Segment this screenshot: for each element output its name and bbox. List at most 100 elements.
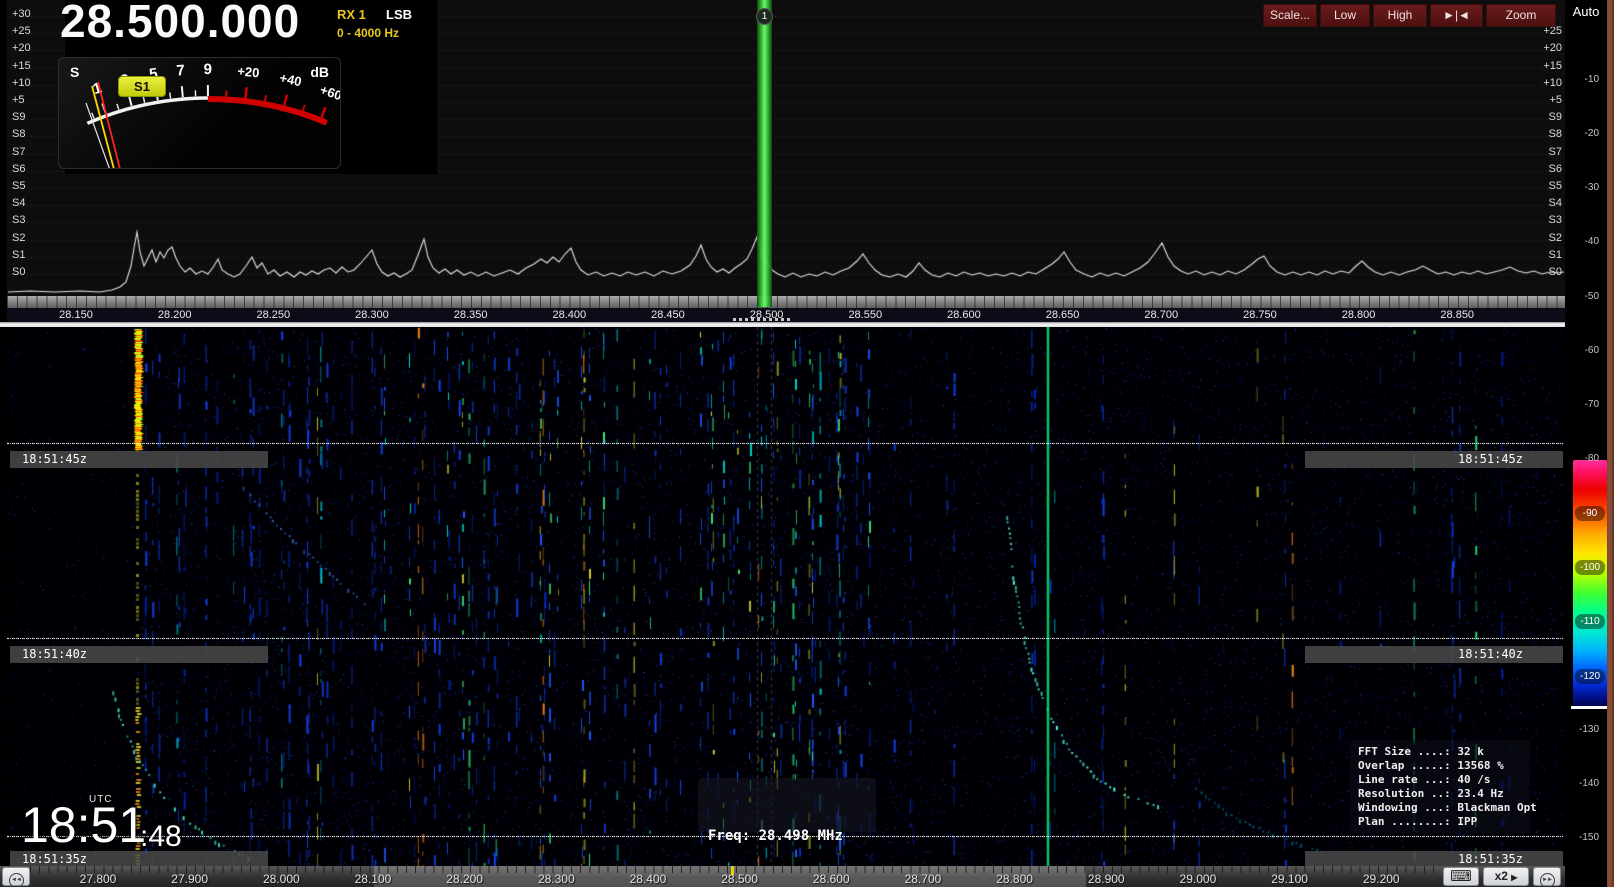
band-axis-label: 29.100 — [1271, 872, 1308, 886]
s-meter: S dB 13579+20+40+60 — [58, 57, 341, 169]
scale-label: S1 — [12, 249, 42, 261]
s-meter-left-unit: S — [70, 64, 79, 80]
band-axis-label: 29.200 — [1363, 872, 1400, 886]
scale-label: S9 — [12, 111, 42, 123]
keyboard-icon: ⌨ — [1450, 868, 1472, 885]
fast-forward-icon: ►► — [1540, 873, 1555, 887]
window-edge — [0, 0, 7, 887]
scale-label: +10 — [1532, 77, 1562, 89]
s-meter-value-badge: S1 — [118, 76, 166, 97]
freq-axis-label: 28.750 — [1243, 309, 1277, 321]
freq-axis-label: 28.250 — [256, 309, 290, 321]
scale-label: +15 — [1532, 60, 1562, 72]
scale-label: S8 — [12, 128, 42, 140]
scale-label: S3 — [1532, 214, 1562, 226]
scale-label: S2 — [1532, 232, 1562, 244]
colorbar-floor-line[interactable] — [1571, 706, 1609, 709]
utc-clock: UTC 18:51 :48 — [7, 748, 277, 858]
scale-label: S1 — [1532, 249, 1562, 261]
meter-scale-label: 9 — [204, 61, 212, 78]
keyboard-entry-button[interactable]: ⌨ — [1443, 867, 1479, 886]
speed-x2-button[interactable]: x2 ▶ — [1483, 867, 1529, 886]
axis-drag-handle[interactable] — [733, 318, 790, 321]
center-button[interactable]: ►|◄ — [1430, 4, 1483, 27]
timestamp-line — [7, 443, 1563, 444]
freq-axis-label: 28.450 — [651, 309, 685, 321]
colorbar-tick-label: -20 — [1565, 128, 1599, 139]
x2-label: x2 — [1495, 869, 1508, 883]
mode-label[interactable]: LSB — [386, 7, 412, 22]
freq-axis-label: 28.800 — [1342, 309, 1376, 321]
meter-tick — [265, 95, 266, 101]
meter-tick — [322, 107, 326, 117]
scale-label: +20 — [1532, 42, 1562, 54]
play-icon: ▶ — [1511, 873, 1517, 882]
meter-tick — [92, 113, 94, 119]
band-axis-label: 28.800 — [996, 872, 1033, 886]
meter-tick — [284, 95, 287, 106]
scale-label: S2 — [12, 232, 42, 244]
meter-tick — [117, 104, 119, 110]
history-back-button[interactable]: ◄◄ — [2, 867, 30, 886]
cursor-info-overlay: Freq: 28.498 MHz Span: ±384 kHz — [698, 778, 876, 832]
panel-splitter[interactable] — [0, 322, 1565, 327]
scale-label: S9 — [1532, 111, 1562, 123]
colorbar-tick-label: -30 — [1565, 182, 1599, 193]
scale-label: S0 — [12, 266, 42, 278]
band-axis-label: 28.300 — [538, 872, 575, 886]
freq-axis-label: 28.400 — [552, 309, 586, 321]
band-axis-label: 28.500 — [721, 872, 758, 886]
scale-label: +25 — [12, 25, 42, 37]
spectrum-axis-ticks[interactable] — [7, 296, 1565, 308]
scale-label: +20 — [12, 42, 42, 54]
colorbar-tick-label: -110 — [1575, 614, 1605, 629]
fft-info-line: Overlap .....: 13568 % — [1358, 759, 1522, 773]
band-axis-label: 29.000 — [1180, 872, 1217, 886]
scale-label: +5 — [1532, 94, 1562, 106]
high-button[interactable]: High — [1373, 4, 1427, 27]
fast-forward-button[interactable]: ►► — [1533, 867, 1561, 886]
rx-label: RX 1 — [337, 7, 366, 22]
colorbar-tick-label: -120 — [1575, 669, 1605, 684]
scale-button[interactable]: Scale... — [1263, 4, 1317, 27]
tuning-marker-badge[interactable]: 1 — [756, 8, 773, 25]
meter-tick — [182, 86, 183, 97]
colorbar-tick-label: -60 — [1565, 345, 1599, 356]
meter-scale-label: +60 — [318, 82, 340, 103]
low-button[interactable]: Low — [1320, 4, 1370, 27]
freq-axis-label: 28.600 — [947, 309, 981, 321]
colorbar-tick-label: -10 — [1565, 74, 1599, 85]
meter-tick — [170, 92, 171, 98]
timestamp-label: 18:51:45z — [10, 451, 268, 468]
band-axis-label: 28.000 — [263, 872, 300, 886]
colorbar-auto-button[interactable]: Auto — [1565, 4, 1607, 19]
freq-axis-label: 28.650 — [1046, 309, 1080, 321]
scale-label: S4 — [12, 197, 42, 209]
colorbar-tick-label: -40 — [1565, 236, 1599, 247]
fft-info-line: Line rate ...: 40 /s — [1358, 773, 1522, 787]
s-meter-dial: S dB 13579+20+40+60 — [59, 58, 340, 168]
zoom-button[interactable]: Zoom — [1486, 4, 1556, 27]
cursor-freq: Freq: 28.498 MHz — [708, 826, 866, 847]
band-axis-label: 28.400 — [630, 872, 667, 886]
band-axis-label: 27.800 — [80, 872, 117, 886]
band-axis-label: 28.600 — [813, 872, 850, 886]
band-axis-label: 28.900 — [1088, 872, 1125, 886]
meter-scale-label: 7 — [176, 62, 186, 80]
scale-label: +15 — [12, 60, 42, 72]
tuned-frequency-display[interactable]: 28.500.000 — [60, 0, 300, 48]
colorbar-tick-label: -140 — [1565, 778, 1599, 789]
vertical-scrollbar[interactable] — [1607, 0, 1614, 887]
band-overview-bar[interactable]: 27.80027.90028.00028.10028.20028.30028.4… — [0, 866, 1565, 887]
meter-tick — [143, 97, 144, 103]
freq-axis-label: 28.550 — [848, 309, 882, 321]
band-axis-label: 27.900 — [171, 872, 208, 886]
timestamp-label: 18:51:45z — [1305, 451, 1563, 468]
fft-info-line: Resolution ..: 23.4 Hz — [1358, 787, 1522, 801]
fft-info-line: Plan ........: IPP — [1358, 815, 1522, 829]
colorbar-tick-label: -100 — [1575, 560, 1605, 575]
scale-label: S3 — [12, 214, 42, 226]
timestamp-label: 18:51:40z — [1305, 646, 1563, 663]
tuning-marker[interactable] — [757, 0, 772, 307]
freq-axis-label: 28.300 — [355, 309, 389, 321]
